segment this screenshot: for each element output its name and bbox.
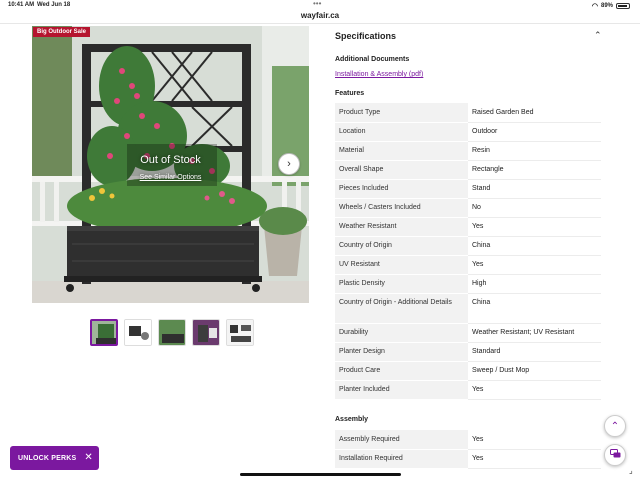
spec-row: Plastic Density High <box>335 274 601 294</box>
thumbnail-3[interactable] <box>158 319 186 346</box>
spec-key: UV Resistant <box>335 255 468 275</box>
corner-handle-icon: ⌟ <box>629 466 633 475</box>
assembly-heading: Assembly <box>335 416 369 423</box>
spec-value: Raised Garden Bed <box>468 103 601 123</box>
spec-value: Resin <box>468 141 601 161</box>
url-text: wayfair.ca <box>300 11 340 20</box>
assembly-table: Assembly Required Yes Installation Require… <box>335 430 601 469</box>
wifi-icon: ◠ <box>591 3 598 10</box>
spec-row: Planter Included Yes <box>335 380 601 400</box>
arrow-up-icon: ⌃ <box>610 420 620 432</box>
spec-key: Product Type <box>335 103 468 123</box>
spec-row: Overall Shape Rectangle <box>335 160 601 180</box>
spec-key: Country of Origin <box>335 236 468 256</box>
address-bar[interactable]: wayfair.ca <box>0 10 640 23</box>
spec-key: Installation Required <box>335 449 468 469</box>
scroll-to-top-button[interactable]: ⌃ <box>604 415 626 437</box>
spec-value: Yes <box>468 449 601 469</box>
close-icon[interactable]: ✕ <box>84 452 93 463</box>
out-of-stock-label: Out of Stock <box>140 154 201 166</box>
spec-key: Planter Design <box>335 342 468 362</box>
battery-icon <box>616 3 630 9</box>
spec-value: Yes <box>468 217 601 237</box>
spec-value: Rectangle <box>468 160 601 180</box>
spec-value: Yes <box>468 255 601 275</box>
spec-value: Yes <box>468 430 601 450</box>
thumbnail-2[interactable] <box>124 319 152 346</box>
spec-value: China <box>468 236 601 256</box>
home-indicator[interactable] <box>240 473 401 476</box>
spec-key: Country of Origin - Additional Details <box>335 293 468 324</box>
multitask-dots-icon[interactable]: ••• <box>313 0 321 8</box>
spec-value: Weather Resistant; UV Resistant <box>468 323 601 343</box>
image-thumbnails <box>90 319 254 346</box>
chat-button[interactable] <box>604 444 626 466</box>
spec-key: Location <box>335 122 468 142</box>
spec-row: UV Resistant Yes <box>335 255 601 275</box>
installation-pdf-link[interactable]: Installation & Assembly (pdf) <box>335 71 423 78</box>
spec-row: Pieces Included Stand <box>335 179 601 199</box>
battery-percent: 89% <box>600 3 613 9</box>
spec-value: China <box>468 293 601 324</box>
spec-key: Material <box>335 141 468 161</box>
spec-key: Planter Included <box>335 380 468 400</box>
spec-row: Location Outdoor <box>335 122 601 142</box>
spec-row: Planter Design Standard <box>335 342 601 362</box>
spec-value: High <box>468 274 601 294</box>
specifications-heading[interactable]: Specifications <box>335 31 396 41</box>
out-of-stock-overlay: Out of Stock See Similar Options <box>32 154 309 184</box>
spec-key: Pieces Included <box>335 179 468 199</box>
spec-row: Weather Resistant Yes <box>335 217 601 237</box>
spec-key: Durability <box>335 323 468 343</box>
spec-key: Product Care <box>335 361 468 381</box>
spec-row: Country of Origin China <box>335 236 601 256</box>
spec-row: Product Care Sweep / Dust Mop <box>335 361 601 381</box>
thumbnail-4[interactable] <box>192 319 220 346</box>
chat-icon <box>609 448 621 462</box>
unlock-perks-label: UNLOCK PERKS <box>18 454 77 462</box>
spec-value: Standard <box>468 342 601 362</box>
additional-documents-heading: Additional Documents <box>335 56 410 63</box>
spec-value: Stand <box>468 179 601 199</box>
spec-row: Assembly Required Yes <box>335 430 601 450</box>
spec-key: Wheels / Casters Included <box>335 198 468 218</box>
spec-row: Durability Weather Resistant; UV Resistan… <box>335 323 601 343</box>
status-bar: 10:41 AM Wed Jun 18 ••• ◠ 89% <box>0 0 640 10</box>
thumbnail-5[interactable] <box>226 319 254 346</box>
spec-value: Yes <box>468 380 601 400</box>
toolbar-divider <box>0 23 640 24</box>
status-right: ◠ 89% <box>592 2 630 10</box>
chevron-right-icon: › <box>287 158 291 170</box>
spec-value: No <box>468 198 601 218</box>
status-time: 10:41 AM <box>8 2 35 8</box>
features-heading: Features <box>335 90 365 97</box>
spec-key: Weather Resistant <box>335 217 468 237</box>
thumbnail-1[interactable] <box>90 319 118 346</box>
features-table: Product Type Raised Garden Bed Location Out… <box>335 103 601 400</box>
spec-value: Outdoor <box>468 122 601 142</box>
spec-value: Sweep / Dust Mop <box>468 361 601 381</box>
spec-key: Overall Shape <box>335 160 468 180</box>
sale-badge: Big Outdoor Sale <box>33 27 91 37</box>
spec-row: Country of Origin - Additional Details Ch… <box>335 293 601 324</box>
image-next-button[interactable]: › <box>278 153 300 175</box>
see-similar-options-link[interactable]: See Similar Options <box>140 174 202 181</box>
status-date: Wed Jun 18 <box>37 2 71 8</box>
unlock-perks-button[interactable]: UNLOCK PERKS ✕ <box>10 446 99 470</box>
spec-row: Installation Required Yes <box>335 449 601 469</box>
spec-row: Wheels / Casters Included No <box>335 198 601 218</box>
spec-key: Plastic Density <box>335 274 468 294</box>
spec-row: Material Resin <box>335 141 601 161</box>
spec-row: Product Type Raised Garden Bed <box>335 103 601 123</box>
chevron-up-icon[interactable]: ⌃ <box>594 30 602 41</box>
spec-key: Assembly Required <box>335 430 468 450</box>
